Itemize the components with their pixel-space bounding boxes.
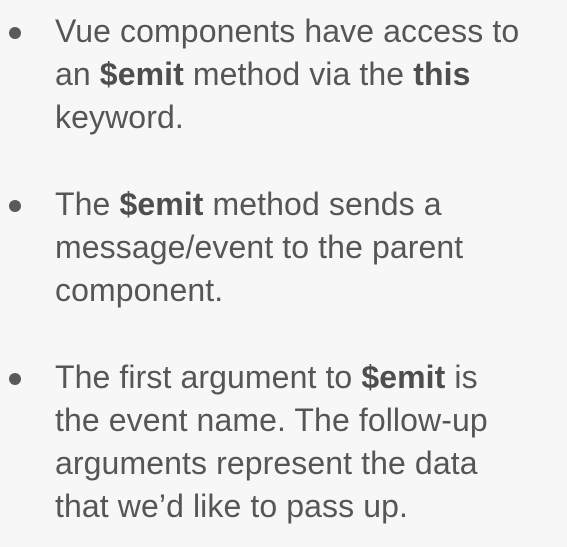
bullet-text: The first argument to $emit is the event… — [55, 356, 555, 528]
text-run: The — [55, 186, 120, 222]
text-line: Vue components have access to — [55, 10, 555, 53]
text-run: message/event to the parent — [55, 229, 464, 265]
bullet-text: The $emit method sends a message/event t… — [55, 183, 555, 312]
bullet-dot-icon — [9, 373, 21, 385]
text-line: The first argument to $emit is — [55, 356, 555, 399]
code-term-emit: $emit — [119, 186, 204, 222]
text-run: keyword. — [55, 99, 184, 135]
text-run: that we’d like to pass up. — [55, 488, 409, 524]
text-run: is — [445, 359, 478, 395]
text-run: the event name. The follow-up — [55, 402, 488, 438]
text-run: method via the — [183, 56, 414, 92]
text-line: arguments represent the data — [55, 442, 555, 485]
text-line: message/event to the parent — [55, 226, 555, 269]
text-line: that we’d like to pass up. — [55, 485, 555, 528]
text-line: an $emit method via the this — [55, 53, 555, 96]
bullet-list: Vue components have access to an $emit m… — [0, 0, 567, 547]
text-run: Vue components have access to — [55, 13, 520, 49]
text-line: component. — [55, 269, 555, 312]
code-term-emit: $emit — [99, 56, 184, 92]
text-run: an — [55, 56, 100, 92]
text-run: component. — [55, 272, 224, 308]
text-run: arguments represent the data — [55, 445, 478, 481]
bullet-text: Vue components have access to an $emit m… — [55, 10, 555, 139]
code-term-emit: $emit — [361, 359, 446, 395]
text-run: The first argument to — [55, 359, 362, 395]
text-line: keyword. — [55, 96, 555, 139]
bullet-dot-icon — [9, 200, 21, 212]
text-run: method sends a — [203, 186, 442, 222]
bullet-dot-icon — [9, 27, 21, 39]
code-term-this: this — [413, 56, 471, 92]
text-line: The $emit method sends a — [55, 183, 555, 226]
text-line: the event name. The follow-up — [55, 399, 555, 442]
